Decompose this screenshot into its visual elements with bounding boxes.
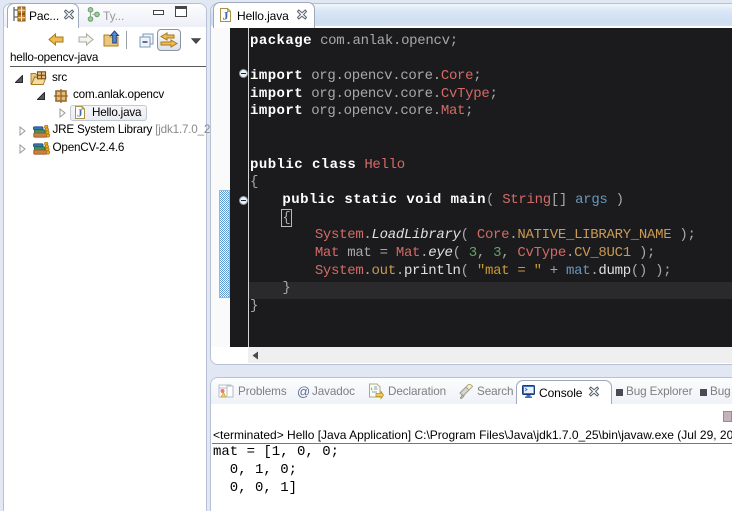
svg-text:J: J [223, 9, 229, 23]
svg-text:J: J [77, 108, 83, 120]
